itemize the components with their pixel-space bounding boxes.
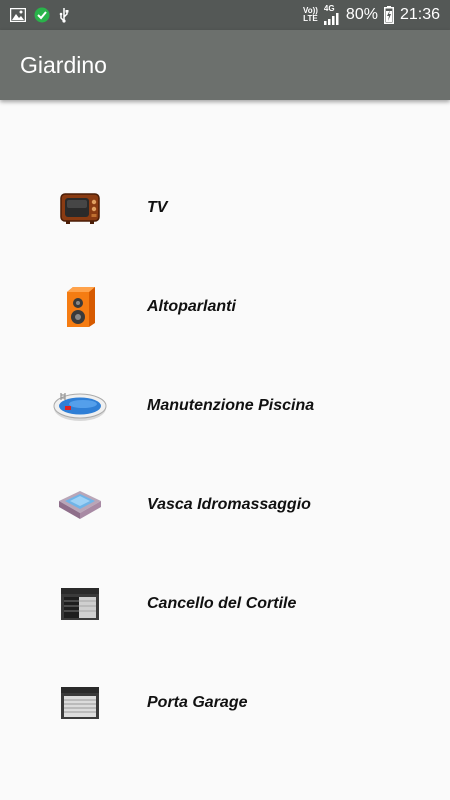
speaker-icon [52, 284, 108, 330]
usb-icon [58, 7, 70, 23]
list-item-tv[interactable]: TV [0, 158, 450, 257]
device-list: TV Altoparlanti Manutenzione Piscina Vas… [0, 158, 450, 752]
list-item-label: Porta Garage [147, 693, 248, 711]
status-right: Vo)) LTE 4G 80% 21:36 [303, 5, 440, 25]
list-item-cancello-del-cortile[interactable]: Cancello del Cortile [0, 554, 450, 653]
battery-percent: 80% [345, 6, 378, 23]
list-item-manutenzione-piscina[interactable]: Manutenzione Piscina [0, 356, 450, 455]
signal-type: 4G [323, 4, 335, 13]
list-item-label: Altoparlanti [147, 297, 236, 315]
clock: 21:36 [399, 6, 440, 23]
battery-charging-icon [383, 6, 394, 24]
app-icon [34, 7, 50, 23]
tv-icon [52, 185, 108, 231]
volte-bottom: LTE [303, 14, 318, 23]
list-item-label: Vasca Idromassaggio [147, 495, 311, 513]
list-item-label: TV [147, 198, 168, 216]
app-bar: Giardino [0, 30, 450, 100]
list-item-altoparlanti[interactable]: Altoparlanti [0, 257, 450, 356]
page-title: Giardino [20, 51, 107, 78]
list-item-label: Manutenzione Piscina [147, 396, 315, 414]
signal-icon: 4G [323, 4, 340, 25]
list-item-vasca-idromassaggio[interactable]: Vasca Idromassaggio [0, 455, 450, 554]
list-item-label: Cancello del Cortile [147, 594, 297, 612]
garage-door-icon [52, 680, 108, 726]
pool-icon [52, 383, 108, 429]
gate-icon [52, 581, 108, 627]
status-left [10, 7, 70, 23]
volte-icon: Vo)) LTE [303, 7, 318, 23]
hot-tub-icon [52, 482, 108, 528]
list-item-porta-garage[interactable]: Porta Garage [0, 653, 450, 752]
image-icon [10, 8, 26, 22]
status-bar: Vo)) LTE 4G 80% 21:36 [0, 0, 450, 30]
